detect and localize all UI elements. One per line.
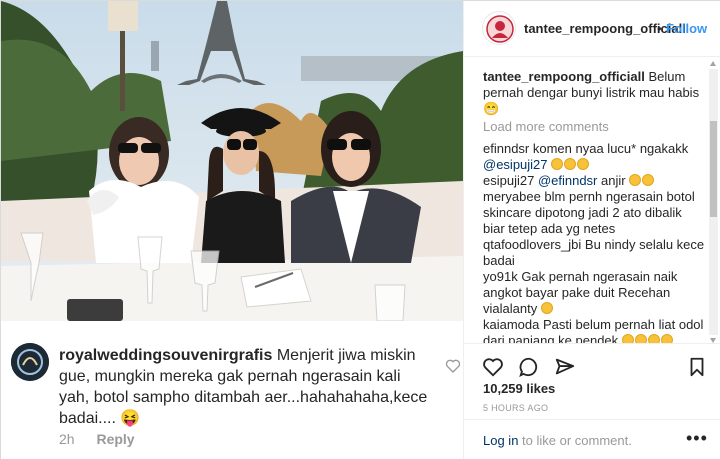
load-more-comments-button[interactable]: Load more comments bbox=[483, 119, 705, 135]
more-options-icon[interactable]: ••• bbox=[686, 428, 708, 449]
laughing-emoji-icon bbox=[551, 158, 564, 170]
header-separator: • bbox=[657, 21, 662, 36]
laughing-emoji-icon bbox=[540, 302, 553, 314]
comment-text: anjir bbox=[601, 173, 630, 188]
laughing-emoji-icon bbox=[660, 334, 673, 343]
comment-username[interactable]: efinndsr bbox=[483, 141, 533, 156]
comment-rows: efinndsr komen nyaa lucu* ngakakk @esipu… bbox=[483, 141, 705, 343]
heart-icon[interactable] bbox=[482, 356, 504, 378]
comment-row: esipuji27 @efinndsr anjir bbox=[483, 173, 705, 189]
featured-comment-meta: 2h Reply bbox=[59, 431, 135, 447]
comment-row: efinndsr komen nyaa lucu* ngakakk @esipu… bbox=[483, 141, 705, 173]
login-prompt: Log in to like or comment. bbox=[483, 433, 632, 448]
caption: tantee_rempoong_officiall Belum pernah d… bbox=[483, 69, 705, 117]
comment-username[interactable]: vialalanty bbox=[483, 301, 541, 316]
comment-username[interactable]: meryabee bbox=[483, 189, 544, 204]
reply-button[interactable]: Reply bbox=[96, 431, 134, 447]
comments-scrollbar[interactable] bbox=[709, 61, 718, 343]
comment-mention[interactable]: @esipuji27 bbox=[483, 157, 551, 172]
laughing-emoji-icon bbox=[629, 174, 642, 186]
comment-row: qtafoodlovers_jbi Bu nindy selalu kece b… bbox=[483, 237, 705, 269]
laughing-emoji-icon bbox=[577, 158, 590, 170]
featured-comment-username[interactable]: royalweddingsouvenirgrafis bbox=[59, 347, 272, 364]
avatar-graphic bbox=[11, 343, 49, 381]
comment-text: komen nyaa lucu* ngakakk bbox=[532, 141, 689, 156]
post-photo[interactable] bbox=[1, 1, 463, 321]
comment-icon[interactable] bbox=[518, 356, 540, 378]
laughing-emoji-icon bbox=[634, 334, 647, 343]
scroll-up-arrow-icon[interactable] bbox=[710, 61, 716, 66]
login-link[interactable]: Log in bbox=[483, 433, 518, 448]
post-actions bbox=[464, 343, 720, 383]
photo-illustration bbox=[1, 1, 463, 321]
laughing-emoji-icon bbox=[642, 174, 655, 186]
featured-comment-time: 2h bbox=[59, 431, 75, 447]
scroll-thumb[interactable] bbox=[710, 121, 717, 217]
comments-list: tantee_rempoong_officiall Belum pernah d… bbox=[483, 69, 705, 343]
likes-count[interactable]: 10,259 likes bbox=[483, 381, 555, 396]
laughing-emoji-icon bbox=[564, 158, 577, 170]
comment-like-heart-icon[interactable] bbox=[445, 358, 461, 374]
profile-avatar[interactable] bbox=[482, 11, 516, 45]
comment-username[interactable]: esipuji27 bbox=[483, 173, 538, 188]
comment-username[interactable]: qtafoodlovers_jbi bbox=[483, 237, 585, 252]
comment-row: kaiamoda Pasti belum pernah liat odol da… bbox=[483, 317, 705, 343]
post-sidebar: tantee_rempoong_officiall • Follow tante… bbox=[463, 1, 720, 459]
login-bar: Log in to like or comment. ••• bbox=[464, 419, 720, 459]
post-header: tantee_rempoong_officiall • Follow bbox=[464, 1, 720, 57]
laughing-emoji-icon bbox=[647, 334, 660, 343]
post-time: 5 HOURS AGO bbox=[483, 403, 549, 413]
comment-mention[interactable]: @efinndsr bbox=[538, 173, 601, 188]
comment-username[interactable]: yo91k bbox=[483, 269, 521, 284]
share-icon[interactable] bbox=[554, 356, 576, 378]
comment-row: vialalanty bbox=[483, 301, 705, 317]
instagram-post: royalweddingsouvenirgrafis Menjerit jiwa… bbox=[0, 0, 720, 459]
caption-username[interactable]: tantee_rempoong_officiall bbox=[483, 69, 645, 84]
login-rest: to like or comment. bbox=[522, 433, 632, 448]
commenter-avatar[interactable] bbox=[11, 343, 49, 381]
comment-row: meryabee blm pernh ngerasain botol skinc… bbox=[483, 189, 705, 237]
laughing-emoji-icon: 😝 bbox=[120, 410, 141, 427]
comment-row: yo91k Gak pernah ngerasain naik angkot b… bbox=[483, 269, 705, 301]
bookmark-icon[interactable] bbox=[686, 356, 708, 378]
featured-comment-text: royalweddingsouvenirgrafis Menjerit jiwa… bbox=[59, 345, 429, 429]
follow-button[interactable]: Follow bbox=[666, 21, 707, 36]
laughing-emoji-icon bbox=[621, 334, 634, 343]
comment-username[interactable]: kaiamoda bbox=[483, 317, 543, 332]
